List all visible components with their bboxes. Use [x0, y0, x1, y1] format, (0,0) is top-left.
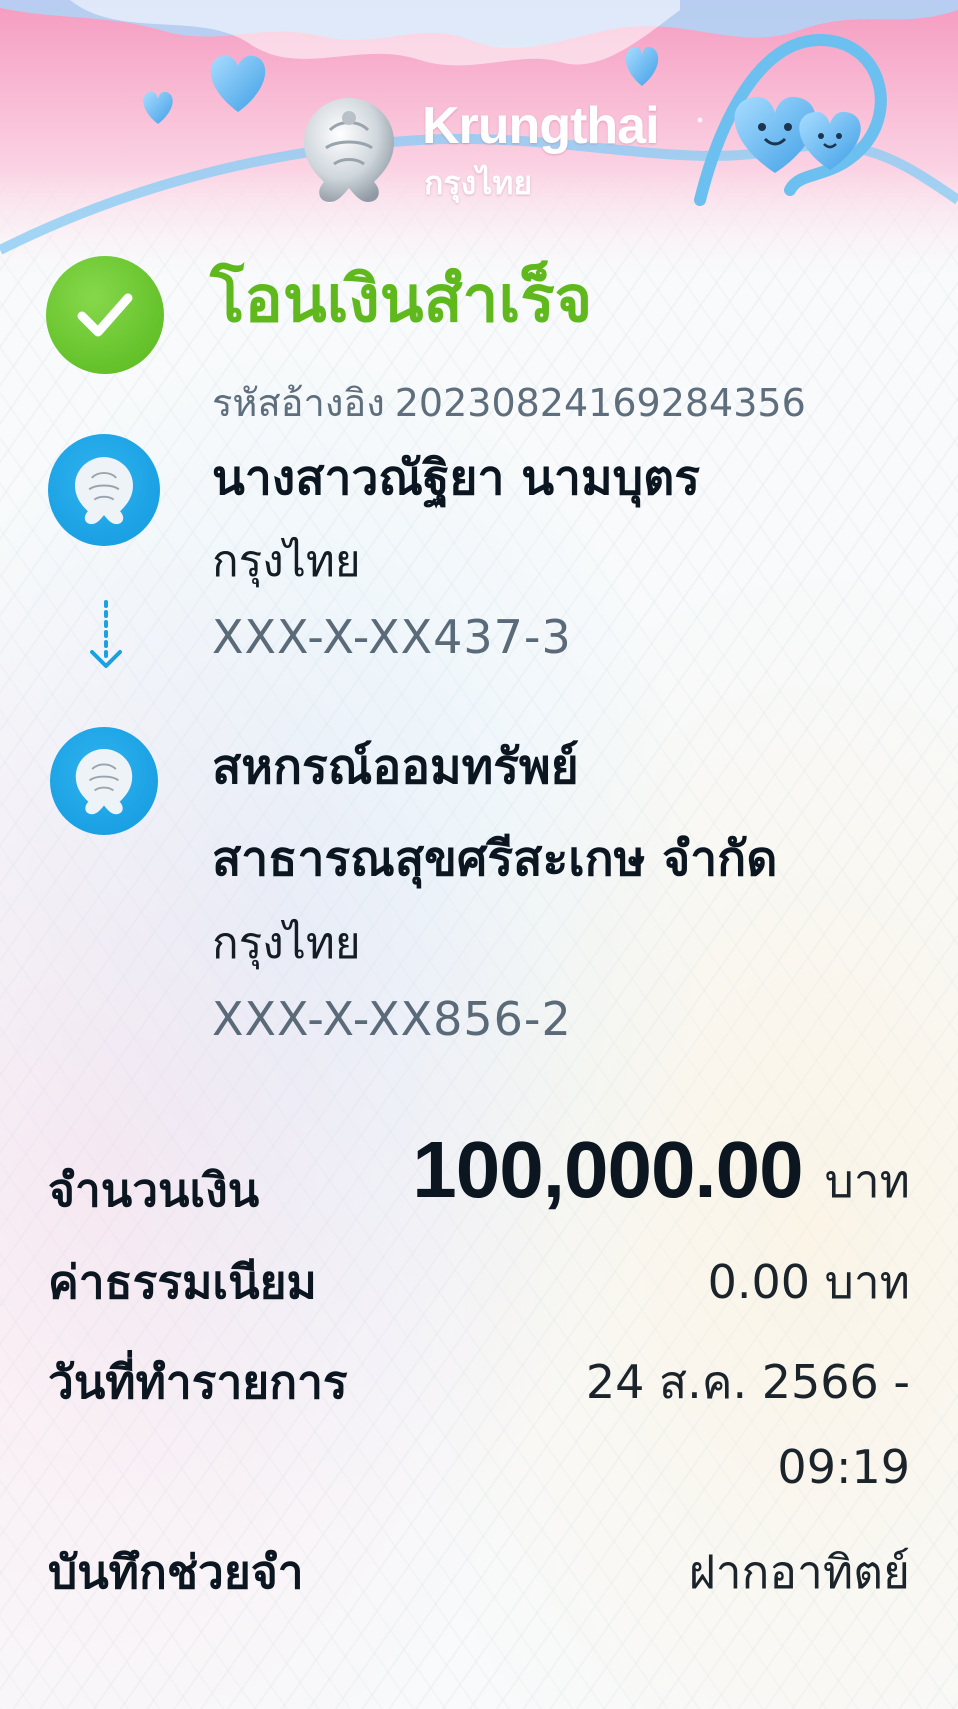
sender-bank: กรุงไทย: [212, 536, 361, 587]
memo-label: บันทึกช่วยจำ: [48, 1545, 304, 1599]
date-row: วันที่ทำรายการ 24 ส.ค. 2566 - 09:19: [48, 1346, 910, 1506]
sender-bank-icon: [48, 434, 160, 546]
check-circle-icon: [46, 256, 164, 374]
dotted-arrow-down-icon: [86, 600, 126, 680]
memo-value: ฝากอาทิตย์: [688, 1545, 910, 1599]
amount-value: 100,000.00: [412, 1125, 803, 1214]
fee-row: ค่าธรรมเนียม 0.00 บาท: [48, 1246, 910, 1316]
reference-number: 20230824169284356: [394, 381, 806, 425]
amount-row: จำนวนเงิน 100,000.00 บาท: [48, 1124, 910, 1234]
receiver-name-line2: สาธารณสุขศรีสะเกษ จำกัด: [212, 831, 778, 887]
reference-label: รหัสอ้างอิง: [212, 381, 385, 425]
fee-value: 0.00 บาท: [707, 1255, 910, 1309]
success-title: โอนเงินสำเร็จ: [210, 263, 593, 337]
reference-line: รหัสอ้างอิง 20230824169284356: [212, 372, 806, 433]
receiver-name-line1: สหกรณ์ออมทรัพย์: [212, 739, 579, 795]
amount-value-group: 100,000.00 บาท: [412, 1124, 910, 1218]
fee-label: ค่าธรรมเนียม: [48, 1255, 317, 1309]
brand-subtitle: กรุงไทย: [424, 165, 533, 201]
amount-label: จำนวนเงิน: [48, 1163, 260, 1217]
krungthai-bird-icon: [290, 90, 408, 208]
amount-unit: บาท: [824, 1154, 910, 1208]
date-label: วันที่ทำรายการ: [48, 1355, 348, 1409]
transfer-slip: Krungthai กรุงไทย โอนเงินสำเร็จ รหัสอ้าง…: [0, 0, 958, 1709]
date-value: 24 ส.ค. 2566 -: [585, 1355, 910, 1409]
sender-account: XXX-X-XX437-3: [212, 610, 572, 664]
receiver-bank: กรุงไทย: [212, 918, 361, 969]
receiver-bank-icon: [50, 727, 158, 835]
memo-row: บันทึกช่วยจำ ฝากอาทิตย์: [48, 1536, 910, 1606]
brand-name: Krungthai: [422, 97, 660, 155]
sender-name: นางสาวณัฐิยา นามบุตร: [212, 450, 701, 506]
time-value: 09:19: [777, 1440, 910, 1494]
receiver-account: XXX-X-XX856-2: [212, 992, 572, 1046]
